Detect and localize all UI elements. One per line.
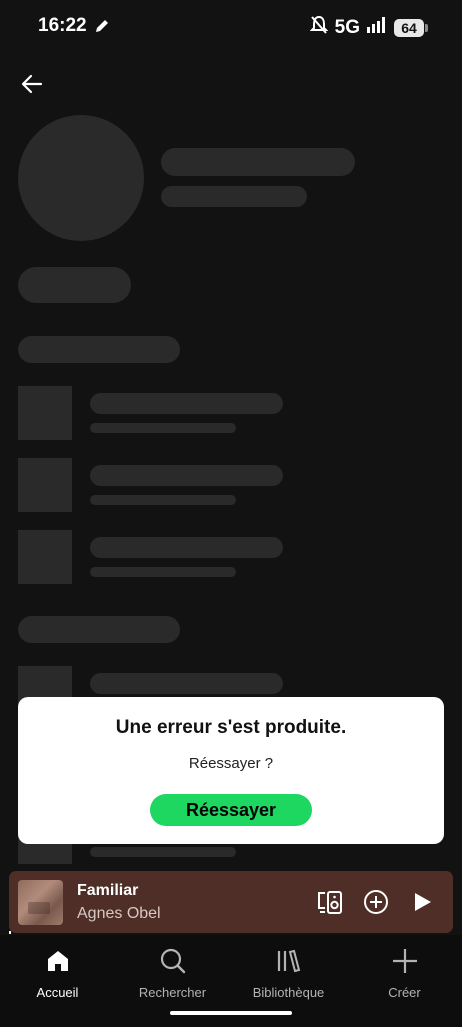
battery-icon: 64	[394, 18, 428, 38]
skeleton-line	[90, 673, 283, 694]
status-bar: 16:22 5G 64	[0, 0, 462, 56]
connect-device-button[interactable]	[315, 887, 345, 917]
skeleton-line	[90, 423, 236, 433]
nav-item-library[interactable]: Bibliothèque	[231, 945, 346, 1000]
play-button[interactable]	[407, 887, 437, 917]
mini-player[interactable]: Familiar Agnes Obel	[9, 871, 453, 933]
back-button[interactable]	[14, 66, 50, 102]
library-icon	[231, 945, 346, 977]
speaker-device-icon	[318, 891, 342, 914]
skeleton-line	[18, 616, 180, 643]
skeleton-line	[161, 148, 355, 176]
track-title: Familiar	[77, 882, 139, 899]
skeleton-line	[90, 847, 236, 857]
bell-off-icon	[309, 15, 329, 40]
skeleton-thumb	[18, 530, 72, 584]
add-to-library-button[interactable]	[361, 887, 391, 917]
playback-progress	[9, 931, 11, 934]
track-artist: Agnes Obel	[77, 905, 161, 922]
nav-label: Rechercher	[138, 985, 207, 1000]
arrow-left-icon	[21, 74, 43, 94]
error-dialog: Une erreur s'est produite. Réessayer ? R…	[18, 697, 444, 844]
nav-label: Bibliothèque	[252, 985, 325, 1000]
skeleton-line	[90, 537, 283, 558]
status-time: 16:22	[38, 15, 87, 36]
skeleton-thumb	[18, 458, 72, 512]
nav-item-create[interactable]: Créer	[347, 945, 462, 1000]
home-icon	[0, 945, 115, 977]
nav-label: Accueil	[36, 985, 79, 1000]
pencil-icon	[92, 16, 112, 41]
album-art	[18, 880, 63, 925]
skeleton-line	[90, 393, 283, 414]
skeleton-line	[18, 336, 180, 363]
battery-level: 64	[394, 18, 424, 37]
skeleton-line	[90, 465, 283, 486]
skeleton-line	[90, 567, 236, 577]
network-type: 5G	[334, 16, 360, 38]
dialog-subtitle: Réessayer ?	[188, 755, 274, 772]
skeleton-line	[90, 495, 236, 505]
skeleton-avatar	[18, 115, 144, 241]
nav-item-home[interactable]: Accueil	[0, 945, 115, 1000]
skeleton-thumb	[18, 386, 72, 440]
skeleton-line	[161, 186, 307, 207]
skeleton-line	[18, 267, 131, 303]
nav-label: Créer	[388, 985, 421, 1000]
home-indicator[interactable]	[170, 1011, 292, 1015]
play-icon	[415, 893, 431, 911]
search-icon	[115, 945, 230, 977]
plus-icon	[347, 945, 462, 977]
dialog-title: Une erreur s'est produite.	[115, 717, 347, 738]
retry-button[interactable]: Réessayer	[150, 794, 312, 826]
signal-icon	[367, 17, 387, 38]
nav-item-search[interactable]: Rechercher	[115, 945, 230, 1000]
plus-circle-icon	[364, 890, 388, 914]
